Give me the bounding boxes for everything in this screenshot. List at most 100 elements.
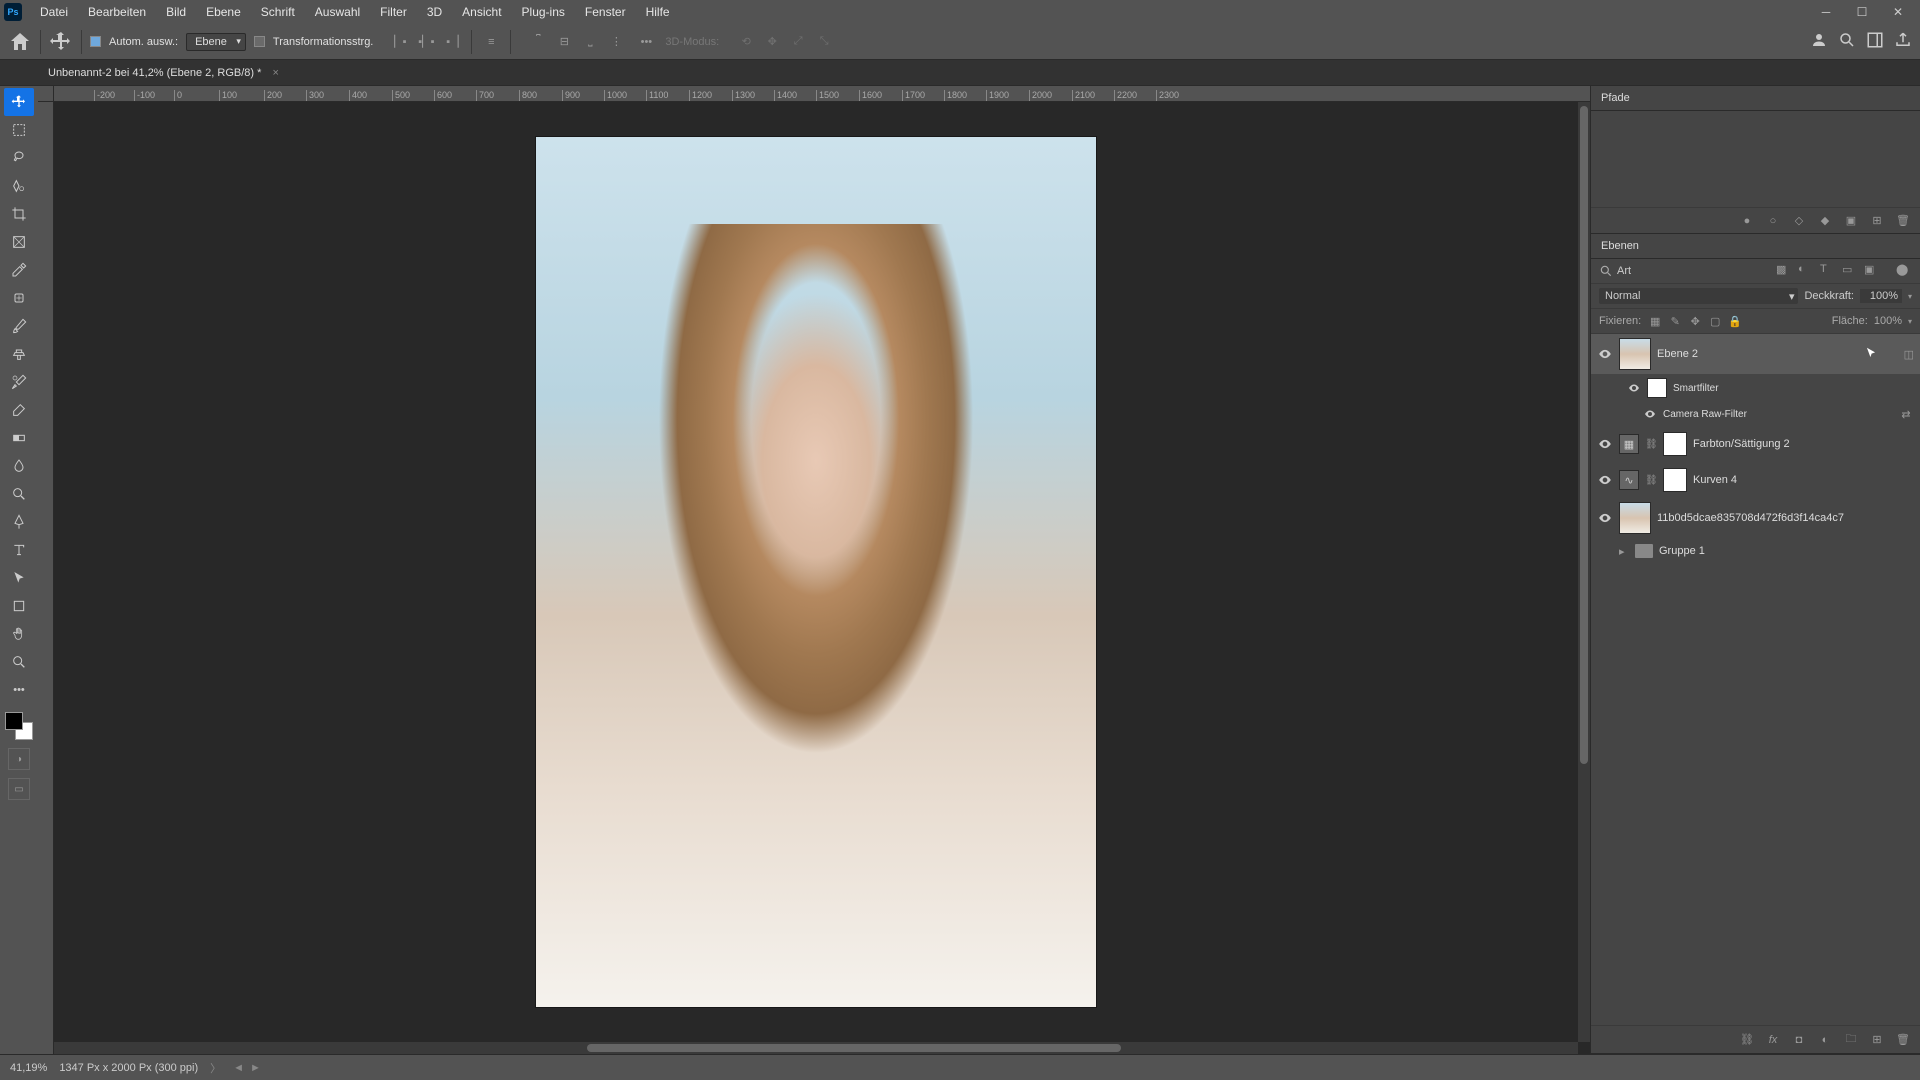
delete-layer-icon[interactable]: 🗑 bbox=[1894, 1031, 1912, 1049]
lock-all-icon[interactable]: 🔒 bbox=[1727, 313, 1743, 329]
move-tool-icon[interactable] bbox=[49, 30, 73, 54]
align-right-icon[interactable]: ▪▕ bbox=[441, 31, 463, 53]
visibility-toggle[interactable] bbox=[1597, 510, 1613, 526]
dodge-tool[interactable] bbox=[4, 480, 34, 508]
curves-icon[interactable]: ∿ bbox=[1619, 470, 1639, 490]
lasso-tool[interactable] bbox=[4, 144, 34, 172]
layer-name[interactable]: Kurven 4 bbox=[1693, 474, 1914, 486]
stroke-path-icon[interactable]: ○ bbox=[1764, 212, 1782, 230]
lock-artboard-icon[interactable]: ▢ bbox=[1707, 313, 1723, 329]
window-maximize[interactable]: ☐ bbox=[1844, 0, 1880, 24]
add-mask-icon[interactable]: ▣ bbox=[1842, 212, 1860, 230]
quick-select-tool[interactable] bbox=[4, 172, 34, 200]
timeline-next-icon[interactable]: ► bbox=[250, 1062, 261, 1074]
align-left-icon[interactable]: ▏▪ bbox=[389, 31, 411, 53]
camera-raw-filter-name[interactable]: Camera Raw-Filter bbox=[1663, 409, 1892, 420]
menu-image[interactable]: Bild bbox=[156, 0, 196, 24]
lock-position-icon[interactable]: ✥ bbox=[1687, 313, 1703, 329]
workspace-icon[interactable] bbox=[1866, 31, 1884, 52]
eyedropper-tool[interactable] bbox=[4, 256, 34, 284]
align-top-icon[interactable]: ⎴ bbox=[527, 31, 549, 53]
layer-background-image[interactable]: 11b0d5dcae835708d472f6d3f14ca4c7 bbox=[1591, 498, 1920, 538]
hand-tool[interactable] bbox=[4, 620, 34, 648]
timeline-prev-icon[interactable]: ◄ bbox=[233, 1062, 244, 1074]
healing-brush-tool[interactable] bbox=[4, 284, 34, 312]
ruler-horizontal[interactable]: -200 -100 0 100 200 300 400 500 600 700 … bbox=[54, 86, 1590, 102]
cloud-docs-icon[interactable] bbox=[1810, 31, 1828, 52]
menu-plugins[interactable]: Plug-ins bbox=[512, 0, 575, 24]
quick-mask-icon[interactable]: ◑ bbox=[8, 748, 30, 770]
color-swatches[interactable] bbox=[5, 712, 33, 740]
tab-close-icon[interactable]: × bbox=[272, 67, 278, 79]
layer-name[interactable]: Ebene 2 bbox=[1657, 348, 1858, 360]
pen-tool[interactable] bbox=[4, 508, 34, 536]
menu-3d[interactable]: 3D bbox=[417, 0, 452, 24]
filter-mask-thumbnail[interactable] bbox=[1647, 378, 1667, 398]
move-tool[interactable] bbox=[4, 88, 34, 116]
scrollbar-vertical[interactable] bbox=[1578, 102, 1590, 1042]
filter-pixel-icon[interactable]: ▩ bbox=[1776, 263, 1792, 279]
menu-layer[interactable]: Ebene bbox=[196, 0, 251, 24]
screen-mode-icon[interactable]: ▭ bbox=[8, 778, 30, 800]
menu-type[interactable]: Schrift bbox=[251, 0, 305, 24]
filter-smart-icon[interactable]: ▣ bbox=[1864, 263, 1880, 279]
layer-group-1[interactable]: ▸ Gruppe 1 bbox=[1591, 538, 1920, 564]
lock-transparency-icon[interactable]: ▦ bbox=[1647, 313, 1663, 329]
hue-saturation-icon[interactable]: ▦ bbox=[1619, 434, 1639, 454]
brush-tool[interactable] bbox=[4, 312, 34, 340]
new-group-icon[interactable]: 🗀 bbox=[1842, 1031, 1860, 1049]
menu-help[interactable]: Hilfe bbox=[636, 0, 680, 24]
document-tab[interactable]: Unbenannt-2 bei 41,2% (Ebene 2, RGB/8) *… bbox=[38, 60, 289, 86]
visibility-toggle[interactable] bbox=[1627, 381, 1641, 395]
filter-shape-icon[interactable]: ▭ bbox=[1842, 263, 1858, 279]
type-tool[interactable] bbox=[4, 536, 34, 564]
fill-path-icon[interactable]: ● bbox=[1738, 212, 1756, 230]
visibility-toggle[interactable] bbox=[1597, 346, 1613, 362]
paths-tab[interactable]: Pfade bbox=[1591, 86, 1920, 111]
smartfilter-header[interactable]: Smartfilter bbox=[1591, 374, 1920, 402]
clone-stamp-tool[interactable] bbox=[4, 340, 34, 368]
layer-ebene-2[interactable]: Ebene 2 ◫ bbox=[1591, 334, 1920, 374]
expand-group-icon[interactable]: ▸ bbox=[1619, 545, 1629, 558]
scrollbar-horizontal[interactable] bbox=[54, 1042, 1578, 1054]
filter-blend-options-icon[interactable]: ⇄ bbox=[1898, 406, 1914, 422]
foreground-color[interactable] bbox=[5, 712, 23, 730]
shape-tool[interactable] bbox=[4, 592, 34, 620]
delete-path-icon[interactable]: 🗑 bbox=[1894, 212, 1912, 230]
distribute-icon[interactable]: ≡ bbox=[480, 31, 502, 53]
camera-raw-filter-row[interactable]: Camera Raw-Filter ⇄ bbox=[1591, 402, 1920, 426]
opacity-input[interactable]: 100% bbox=[1860, 289, 1902, 303]
visibility-toggle[interactable] bbox=[1643, 407, 1657, 421]
layer-thumbnail[interactable] bbox=[1619, 338, 1651, 370]
window-minimize[interactable]: ─ bbox=[1808, 0, 1844, 24]
fill-input[interactable]: 100% bbox=[1874, 315, 1902, 327]
menu-edit[interactable]: Bearbeiten bbox=[78, 0, 156, 24]
layer-mask-thumbnail[interactable] bbox=[1663, 468, 1687, 492]
layer-hue-saturation[interactable]: ▦ ⛓ Farbton/Sättigung 2 bbox=[1591, 426, 1920, 462]
auto-select-checkbox[interactable] bbox=[90, 36, 101, 47]
home-icon[interactable] bbox=[8, 30, 32, 54]
menu-filter[interactable]: Filter bbox=[370, 0, 417, 24]
path-select-tool[interactable] bbox=[4, 564, 34, 592]
blend-mode-dropdown[interactable]: Normal bbox=[1599, 288, 1798, 304]
zoom-tool[interactable] bbox=[4, 648, 34, 676]
menu-view[interactable]: Ansicht bbox=[452, 0, 511, 24]
align-middle-icon[interactable]: ⊟ bbox=[553, 31, 575, 53]
menu-window[interactable]: Fenster bbox=[575, 0, 636, 24]
add-mask-icon[interactable]: ◘ bbox=[1790, 1031, 1808, 1049]
canvas-image[interactable] bbox=[536, 137, 1096, 1007]
crop-tool[interactable] bbox=[4, 200, 34, 228]
layer-name[interactable]: 11b0d5dcae835708d472f6d3f14ca4c7 bbox=[1657, 512, 1914, 524]
make-work-path-icon[interactable]: ◆ bbox=[1816, 212, 1834, 230]
zoom-level[interactable]: 41,19% bbox=[10, 1062, 47, 1074]
menu-file[interactable]: Datei bbox=[30, 0, 78, 24]
more-options-icon[interactable]: ••• bbox=[635, 31, 657, 53]
filter-toggle-icon[interactable]: ⬤ bbox=[1896, 263, 1912, 279]
visibility-toggle[interactable] bbox=[1597, 472, 1613, 488]
link-mask-icon[interactable]: ⛓ bbox=[1645, 439, 1657, 450]
blur-tool[interactable] bbox=[4, 452, 34, 480]
layer-curves[interactable]: ∿ ⛓ Kurven 4 bbox=[1591, 462, 1920, 498]
search-icon[interactable] bbox=[1838, 31, 1856, 52]
menu-select[interactable]: Auswahl bbox=[305, 0, 370, 24]
doc-info-arrow-icon[interactable]: 〉 bbox=[210, 1060, 221, 1076]
